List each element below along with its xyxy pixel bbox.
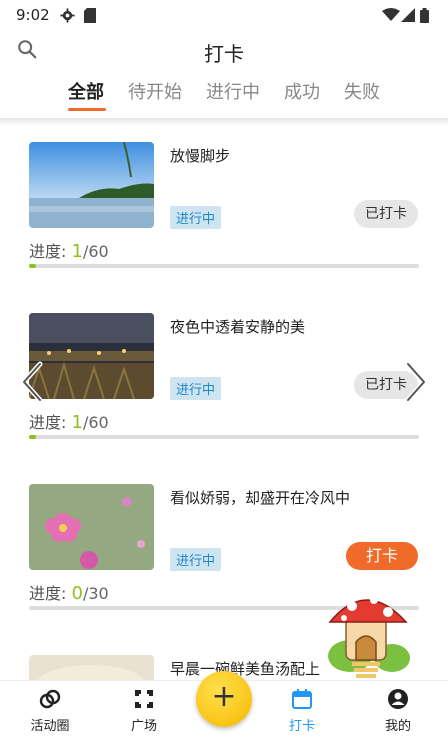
checkin-card[interactable]: 放慢脚步 进行中 已打卡 进度: 1/60 (0, 142, 448, 312)
status-badge: 进行中 (170, 206, 222, 229)
status-bar: 9:02 (0, 0, 448, 30)
battery-icon (420, 8, 429, 23)
card-title: 夜色中透着安静的美 (170, 318, 306, 336)
progress-label: 进度: (29, 584, 67, 603)
settings-icon (60, 8, 75, 23)
tab-label: 我的 (384, 719, 411, 734)
tab-square[interactable]: 广场 (104, 687, 184, 734)
filter-tabs: 全部 待开始 进行中 成功 失败 (0, 78, 448, 112)
wifi-icon (382, 8, 400, 21)
progress-label: 进度: (29, 242, 67, 261)
progress-bar (29, 435, 419, 439)
bottom-tab-bar: 活动圈 广场 + 打卡 我的 (0, 671, 448, 742)
tab-label: 广场 (130, 719, 157, 734)
sd-card-icon (84, 8, 96, 23)
progress-total: /60 (82, 413, 109, 432)
header-shadow (0, 118, 448, 126)
signal-icon (401, 8, 415, 22)
card-thumbnail (29, 313, 154, 399)
app-header: 打卡 (0, 30, 448, 72)
progress-value: 0 (71, 583, 83, 604)
tab-failed[interactable]: 失败 (344, 78, 380, 104)
tab-all[interactable]: 全部 (68, 78, 104, 104)
circles-icon (39, 689, 61, 709)
person-icon (388, 689, 408, 709)
tab-in-progress[interactable]: 进行中 (206, 78, 260, 104)
tab-label: 活动圈 (30, 719, 70, 734)
progress-bar (29, 264, 419, 268)
tab-mine[interactable]: 我的 (358, 687, 438, 734)
status-time: 9:02 (16, 6, 50, 24)
progress-label: 进度: (29, 413, 67, 432)
progress-total: /30 (82, 584, 109, 603)
progress-fill (29, 435, 36, 439)
tab-success[interactable]: 成功 (284, 78, 320, 104)
card-title: 看似娇弱，却盛开在冷风中 (170, 489, 351, 507)
tab-activity-circle[interactable]: 活动圈 (10, 687, 90, 734)
progress-total: /60 (82, 242, 109, 261)
card-thumbnail (29, 142, 154, 228)
tab-checkin[interactable]: 打卡 (262, 687, 342, 734)
status-badge: 进行中 (170, 548, 222, 571)
progress-text: 进度: 1/60 (29, 238, 109, 262)
progress-value: 1 (71, 241, 83, 262)
mushroom-house-icon[interactable] (322, 586, 412, 678)
status-badge: 进行中 (170, 377, 222, 400)
square-frame-icon (135, 690, 153, 708)
card-thumbnail (29, 655, 154, 680)
progress-text: 进度: 0/30 (29, 580, 109, 604)
checkin-button[interactable]: 打卡 (345, 542, 418, 570)
checkin-card[interactable]: 夜色中透着安静的美 进行中 已打卡 进度: 1/60 (0, 313, 448, 483)
tab-pending[interactable]: 待开始 (128, 78, 182, 104)
checked-in-button[interactable]: 已打卡 (354, 200, 418, 228)
page-title: 打卡 (204, 42, 244, 66)
tab-label: 打卡 (288, 719, 315, 734)
calendar-icon (292, 689, 312, 709)
chevron-left-icon[interactable] (18, 360, 44, 404)
progress-value: 1 (71, 412, 83, 433)
plus-icon: + (211, 679, 237, 714)
card-title: 放慢脚步 (170, 147, 231, 165)
add-button[interactable]: + (196, 671, 252, 727)
active-tab-indicator (68, 108, 106, 111)
chevron-right-icon[interactable] (404, 360, 430, 404)
progress-fill (29, 264, 36, 268)
card-title: 早晨一碗鲜美鱼汤配上 (170, 660, 321, 678)
card-thumbnail (29, 484, 154, 570)
progress-text: 进度: 1/60 (29, 409, 109, 433)
